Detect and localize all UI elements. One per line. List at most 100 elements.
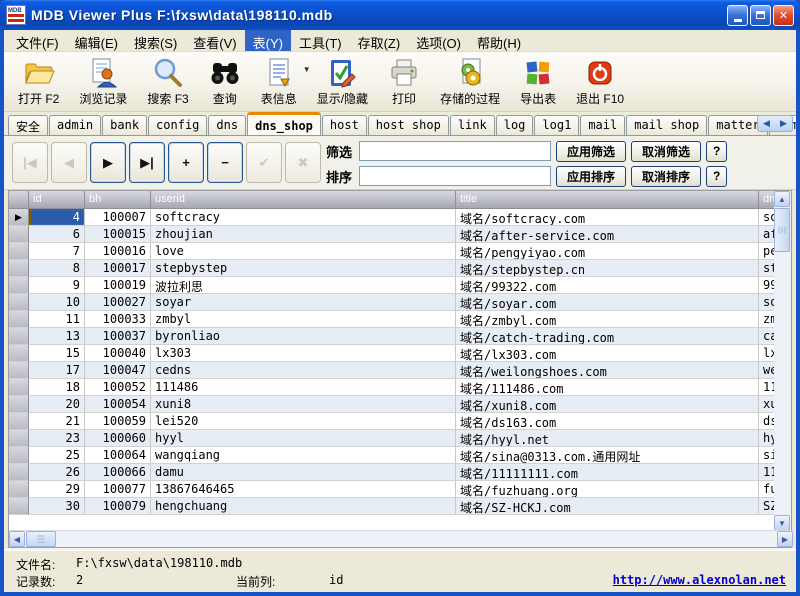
cell-dns[interactable]: soy (759, 294, 775, 311)
table-row[interactable]: 20100054xuni8域名/xuni8.comxun (9, 396, 775, 413)
cell-title[interactable]: 域名/SZ-HCKJ.com (456, 498, 759, 515)
minimize-button[interactable] (727, 5, 748, 26)
table-row[interactable]: 23100060hyyl域名/hyyl.nethyy (9, 430, 775, 447)
filter-help-button[interactable]: ? (706, 141, 727, 162)
vertical-scrollbar[interactable]: ▲ ▼ (774, 191, 791, 531)
apply-filter-button[interactable]: 应用筛选 (556, 141, 626, 162)
cell-bh[interactable]: 100064 (85, 447, 151, 464)
row-selector-cell[interactable] (9, 498, 29, 515)
grid-header-dns[interactable]: dns (759, 191, 775, 209)
row-selector-cell[interactable] (9, 464, 29, 481)
cell-id[interactable]: 4 (29, 209, 85, 226)
tab-scroll-buttons[interactable]: ◀ ▶ (757, 115, 793, 132)
tab-scroll-right-icon[interactable]: ▶ (780, 118, 787, 129)
cell-userid[interactable]: zhoujian (151, 226, 456, 243)
toolbar-button-browse-records[interactable]: 浏览记录 (71, 55, 135, 109)
menu-item-0[interactable]: 文件(F) (8, 30, 67, 51)
cell-bh[interactable]: 100016 (85, 243, 151, 260)
sort-input[interactable] (359, 166, 551, 186)
tab-admin[interactable]: admin (49, 115, 101, 135)
tab-安全[interactable]: 安全 (8, 115, 48, 135)
grid-header-title[interactable]: title (456, 191, 759, 209)
cell-title[interactable]: 域名/99322.com (456, 277, 759, 294)
cell-id[interactable]: 18 (29, 379, 85, 396)
cell-id[interactable]: 11 (29, 311, 85, 328)
cell-id[interactable]: 15 (29, 345, 85, 362)
cell-title[interactable]: 域名/stepbystep.cn (456, 260, 759, 277)
tab-host[interactable]: host (322, 115, 367, 135)
cell-bh[interactable]: 100066 (85, 464, 151, 481)
cancel-sort-button[interactable]: 取消排序 (631, 166, 701, 187)
nav-prior-button[interactable]: ◀ (51, 142, 87, 183)
cell-userid[interactable]: 波拉利思 (151, 277, 456, 294)
cell-id[interactable]: 29 (29, 481, 85, 498)
toolbar-button-show-hide[interactable]: 显示/隐藏 (309, 55, 376, 109)
cell-id[interactable]: 9 (29, 277, 85, 294)
tab-dns[interactable]: dns (208, 115, 246, 135)
menu-item-4[interactable]: 表(Y) (245, 30, 291, 51)
website-link[interactable]: http://www.alexnolan.net (613, 573, 786, 587)
cancel-filter-button[interactable]: 取消筛选 (631, 141, 701, 162)
menu-item-3[interactable]: 查看(V) (185, 30, 244, 51)
tab-host-shop[interactable]: host shop (368, 115, 449, 135)
cell-title[interactable]: 域名/soyar.com (456, 294, 759, 311)
cell-bh[interactable]: 100047 (85, 362, 151, 379)
horizontal-scroll-thumb[interactable] (26, 531, 56, 547)
grid-header-bh[interactable]: bh (85, 191, 151, 209)
menu-item-6[interactable]: 存取(Z) (350, 30, 409, 51)
cell-userid[interactable]: zmbyl (151, 311, 456, 328)
cell-dns[interactable]: ste (759, 260, 775, 277)
close-button[interactable]: ✕ (773, 5, 794, 26)
cell-userid[interactable]: 13867646465 (151, 481, 456, 498)
cell-id[interactable]: 25 (29, 447, 85, 464)
cell-id[interactable]: 21 (29, 413, 85, 430)
cell-id[interactable]: 17 (29, 362, 85, 379)
cell-bh[interactable]: 100040 (85, 345, 151, 362)
nav-next-button[interactable]: ▶ (90, 142, 126, 183)
nav-cancel-button[interactable]: ✖ (285, 142, 321, 183)
toolbar-button-exit[interactable]: 退出 F10 (568, 55, 632, 109)
cell-dns[interactable]: 111 (759, 464, 775, 481)
toolbar-button-stored-procedure[interactable]: 存储的过程 (432, 55, 508, 109)
cell-dns[interactable]: aft (759, 226, 775, 243)
cell-title[interactable]: 域名/fuzhuang.org (456, 481, 759, 498)
grid-header-id[interactable]: id (29, 191, 85, 209)
table-row[interactable]: 30100079hengchuang域名/SZ-HCKJ.comSZ- (9, 498, 775, 515)
cell-id[interactable]: 7 (29, 243, 85, 260)
table-row[interactable]: 18100052111486域名/111486.com111 (9, 379, 775, 396)
menu-item-2[interactable]: 搜索(S) (126, 30, 185, 51)
cell-title[interactable]: 域名/ds163.com (456, 413, 759, 430)
row-selector-cell[interactable] (9, 345, 29, 362)
toolbar-button-table-info[interactable]: 表信息▼ (253, 55, 305, 109)
tab-log[interactable]: log (496, 115, 534, 135)
row-selector-cell[interactable] (9, 226, 29, 243)
cell-title[interactable]: 域名/pengyiyao.com (456, 243, 759, 260)
tab-scroll-left-icon[interactable]: ◀ (763, 118, 770, 129)
cell-userid[interactable]: 111486 (151, 379, 456, 396)
table-row[interactable]: 9100019波拉利思域名/99322.com993 (9, 277, 775, 294)
table-row[interactable]: 21100059lei520域名/ds163.comds1 (9, 413, 775, 430)
cell-userid[interactable]: lx303 (151, 345, 456, 362)
cell-dns[interactable]: 993 (759, 277, 775, 294)
toolbar-button-search[interactable]: 搜索 F3 (139, 55, 196, 109)
menu-item-7[interactable]: 选项(O) (408, 30, 469, 51)
row-selector-cell[interactable] (9, 430, 29, 447)
cell-bh[interactable]: 100007 (85, 209, 151, 226)
cell-id[interactable]: 6 (29, 226, 85, 243)
cell-dns[interactable]: SZ- (759, 498, 775, 515)
cell-id[interactable]: 8 (29, 260, 85, 277)
cell-bh[interactable]: 100015 (85, 226, 151, 243)
table-row[interactable]: 6100015zhoujian域名/after-service.comaft (9, 226, 775, 243)
toolbar-button-printer[interactable]: 打印 (380, 55, 428, 109)
cell-userid[interactable]: lei520 (151, 413, 456, 430)
table-row[interactable]: 15100040lx303域名/lx303.comlx3 (9, 345, 775, 362)
cell-dns[interactable]: hyy (759, 430, 775, 447)
row-selector-cell[interactable] (9, 328, 29, 345)
scroll-right-button[interactable]: ▶ (777, 531, 793, 547)
cell-bh[interactable]: 100052 (85, 379, 151, 396)
cell-title[interactable]: 域名/hyyl.net (456, 430, 759, 447)
cell-title[interactable]: 域名/weilongshoes.com (456, 362, 759, 379)
tab-config[interactable]: config (148, 115, 207, 135)
cell-userid[interactable]: cedns (151, 362, 456, 379)
tab-link[interactable]: link (450, 115, 495, 135)
